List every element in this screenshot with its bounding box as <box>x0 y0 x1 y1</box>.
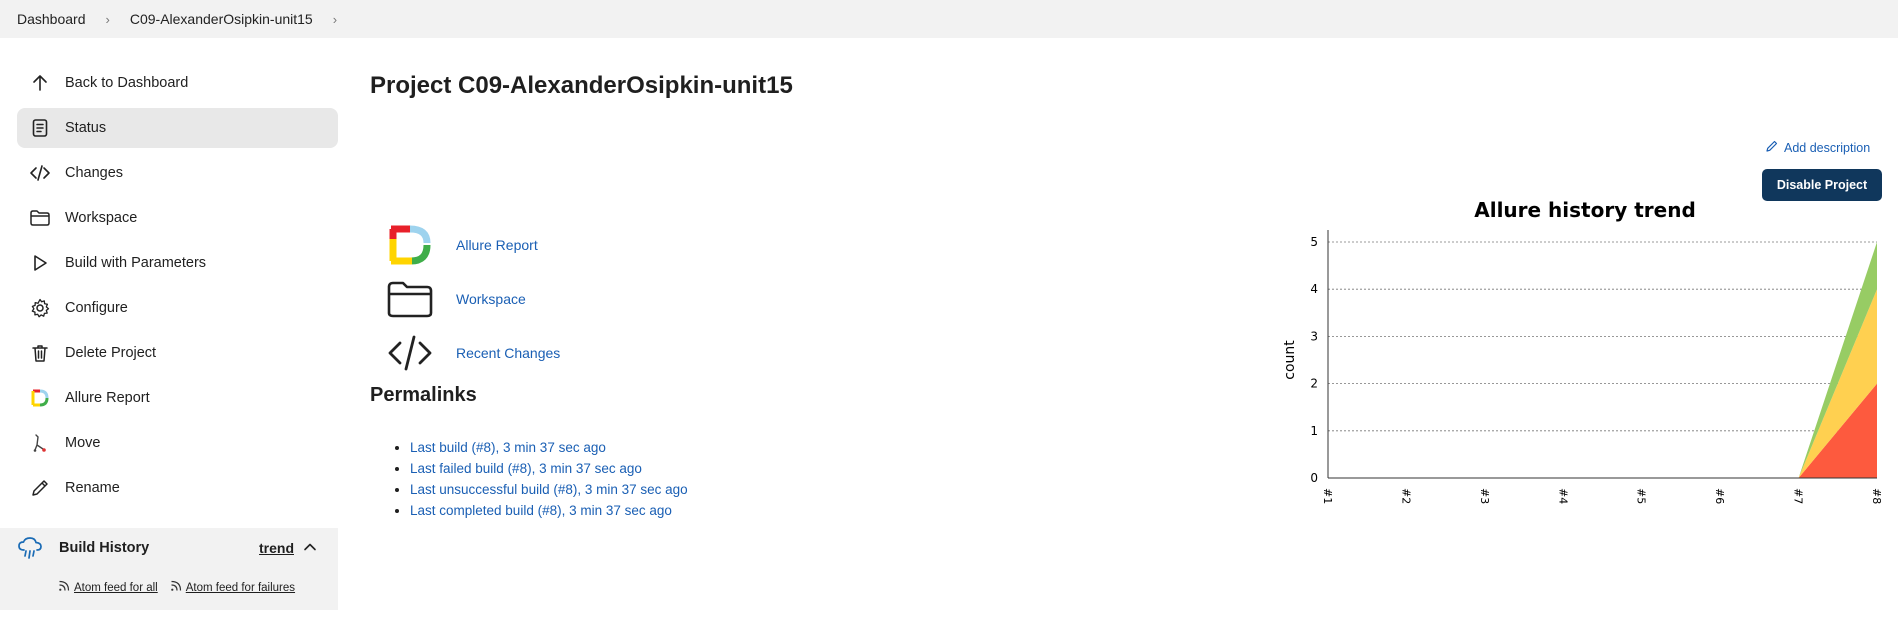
play-icon <box>29 252 51 274</box>
y-tick-label: 1 <box>1310 424 1318 438</box>
chart-plot: 0 1 2 3 4 5 #1 #2 #3 #4 #5 #6 #7 #8 count <box>1282 230 1883 504</box>
disable-project-button[interactable]: Disable Project <box>1762 169 1882 201</box>
sidebar-item-label: Changes <box>65 165 124 181</box>
series-area-2 <box>1328 242 1877 478</box>
x-tick-label: #8 <box>1870 488 1883 504</box>
link-workspace: Workspace <box>386 272 560 326</box>
sidebar-item-allure-report[interactable]: Allure Report <box>17 378 338 418</box>
status-document-icon <box>29 117 51 139</box>
x-tick-label: #2 <box>1399 488 1412 504</box>
y-tick-label: 5 <box>1310 235 1318 249</box>
folder-icon <box>386 275 434 323</box>
sidebar-item-status[interactable]: Status <box>17 108 338 148</box>
sidebar-item-label: Configure <box>65 300 128 316</box>
permalink-last-unsuccessful-build[interactable]: Last unsuccessful build (#8), 3 min 37 s… <box>410 482 688 497</box>
permalink-last-completed-build[interactable]: Last completed build (#8), 3 min 37 sec … <box>410 503 672 518</box>
sidebar-item-changes[interactable]: Changes <box>17 153 338 193</box>
permalink-last-failed-build[interactable]: Last failed build (#8), 3 min 37 sec ago <box>410 461 642 476</box>
move-icon <box>29 432 51 454</box>
series-area-0 <box>1328 383 1877 478</box>
atom-feed-failures-link[interactable]: Atom feed for failures <box>170 580 295 595</box>
x-tick-label: #7 <box>1792 488 1805 504</box>
sidebar-item-label: Allure Report <box>65 390 150 406</box>
allure-logo-icon <box>29 387 51 409</box>
rss-icon <box>170 580 182 595</box>
chevron-right-icon: › <box>105 11 110 27</box>
trend-link[interactable]: trend <box>259 540 294 556</box>
weather-cloud-rain-icon <box>17 536 43 560</box>
sidebar-item-label: Delete Project <box>65 345 157 361</box>
permalink-last-build[interactable]: Last build (#8), 3 min 37 sec ago <box>410 440 606 455</box>
x-tick-label: #3 <box>1478 488 1491 504</box>
build-history-title: Build History <box>59 540 150 556</box>
permalinks-heading: Permalinks <box>370 384 477 406</box>
pencil-icon <box>29 477 51 499</box>
sidebar-item-configure[interactable]: Configure <box>17 288 338 328</box>
allure-logo-icon <box>386 221 434 269</box>
sidebar-item-back-to-dashboard[interactable]: Back to Dashboard <box>17 63 338 103</box>
y-tick-label: 3 <box>1310 329 1318 343</box>
breadcrumb: Dashboard › C09-AlexanderOsipkin-unit15 … <box>0 0 1898 38</box>
folder-icon <box>29 207 51 229</box>
atom-feed-failures-label: Atom feed for failures <box>185 581 296 594</box>
sidebar-item-label: Status <box>65 120 107 136</box>
list-item: Last unsuccessful build (#8), 3 min 37 s… <box>410 482 688 503</box>
workspace-link[interactable]: Workspace <box>456 291 526 307</box>
sidebar: Back to Dashboard Status Changes Workspa… <box>17 63 338 513</box>
permalinks-list: Last build (#8), 3 min 37 sec ago Last f… <box>392 440 688 524</box>
sidebar-item-label: Move <box>65 435 101 451</box>
list-item: Last build (#8), 3 min 37 sec ago <box>410 440 688 461</box>
build-history-panel: Build History trend Atom feed for all At… <box>0 528 338 610</box>
series-area-1 <box>1328 289 1877 478</box>
project-links: Allure Report Workspace Recent Changes <box>386 218 560 380</box>
sidebar-item-build-with-parameters[interactable]: Build with Parameters <box>17 243 338 283</box>
page-title: Project C09-AlexanderOsipkin-unit15 <box>370 72 793 99</box>
x-tick-label: #4 <box>1556 488 1569 504</box>
sidebar-item-label: Build with Parameters <box>65 255 207 271</box>
sidebar-item-label: Rename <box>65 480 120 496</box>
sidebar-item-label: Back to Dashboard <box>65 75 189 91</box>
link-allure-report: Allure Report <box>386 218 560 272</box>
arrow-up-icon <box>29 72 51 94</box>
breadcrumb-dashboard[interactable]: Dashboard <box>0 11 86 27</box>
list-item: Last completed build (#8), 3 min 37 sec … <box>410 503 688 524</box>
x-tick-label: #5 <box>1635 488 1648 504</box>
y-tick-label: 0 <box>1310 471 1318 485</box>
add-description-link[interactable]: Add description <box>1765 139 1870 156</box>
y-tick-label: 4 <box>1310 282 1318 296</box>
list-item: Last failed build (#8), 3 min 37 sec ago <box>410 461 688 482</box>
x-tick-label: #1 <box>1321 488 1334 504</box>
atom-feed-all-link[interactable]: Atom feed for all <box>58 580 158 595</box>
chevron-right-icon[interactable]: › <box>313 12 357 27</box>
sidebar-item-label: Workspace <box>65 210 138 226</box>
add-description-label: Add description <box>1784 140 1871 155</box>
chevron-up-icon[interactable] <box>303 540 317 559</box>
allure-history-trend-chart[interactable]: Allure history trend 0 1 2 3 4 5 #1 #2 #3 #4 #5 #6 #… <box>1280 198 1890 518</box>
rss-icon <box>58 580 70 595</box>
y-axis-label: count <box>1282 340 1298 380</box>
atom-feeds: Atom feed for all Atom feed for failures <box>58 580 295 595</box>
sidebar-item-move[interactable]: Move <box>17 423 338 463</box>
sidebar-item-delete-project[interactable]: Delete Project <box>17 333 338 373</box>
breadcrumb-project[interactable]: C09-AlexanderOsipkin-unit15 <box>130 11 313 27</box>
link-recent-changes: Recent Changes <box>386 326 560 380</box>
allure-report-link[interactable]: Allure Report <box>456 237 538 253</box>
code-icon <box>386 329 434 377</box>
atom-feed-all-label: Atom feed for all <box>74 581 158 594</box>
code-icon <box>29 162 51 184</box>
trash-icon <box>29 342 51 364</box>
recent-changes-link[interactable]: Recent Changes <box>456 345 560 361</box>
gear-icon <box>29 297 51 319</box>
x-tick-label: #6 <box>1713 488 1726 504</box>
y-tick-label: 2 <box>1310 377 1318 391</box>
sidebar-item-rename[interactable]: Rename <box>17 468 338 508</box>
sidebar-item-workspace[interactable]: Workspace <box>17 198 338 238</box>
pencil-icon <box>1765 139 1779 156</box>
